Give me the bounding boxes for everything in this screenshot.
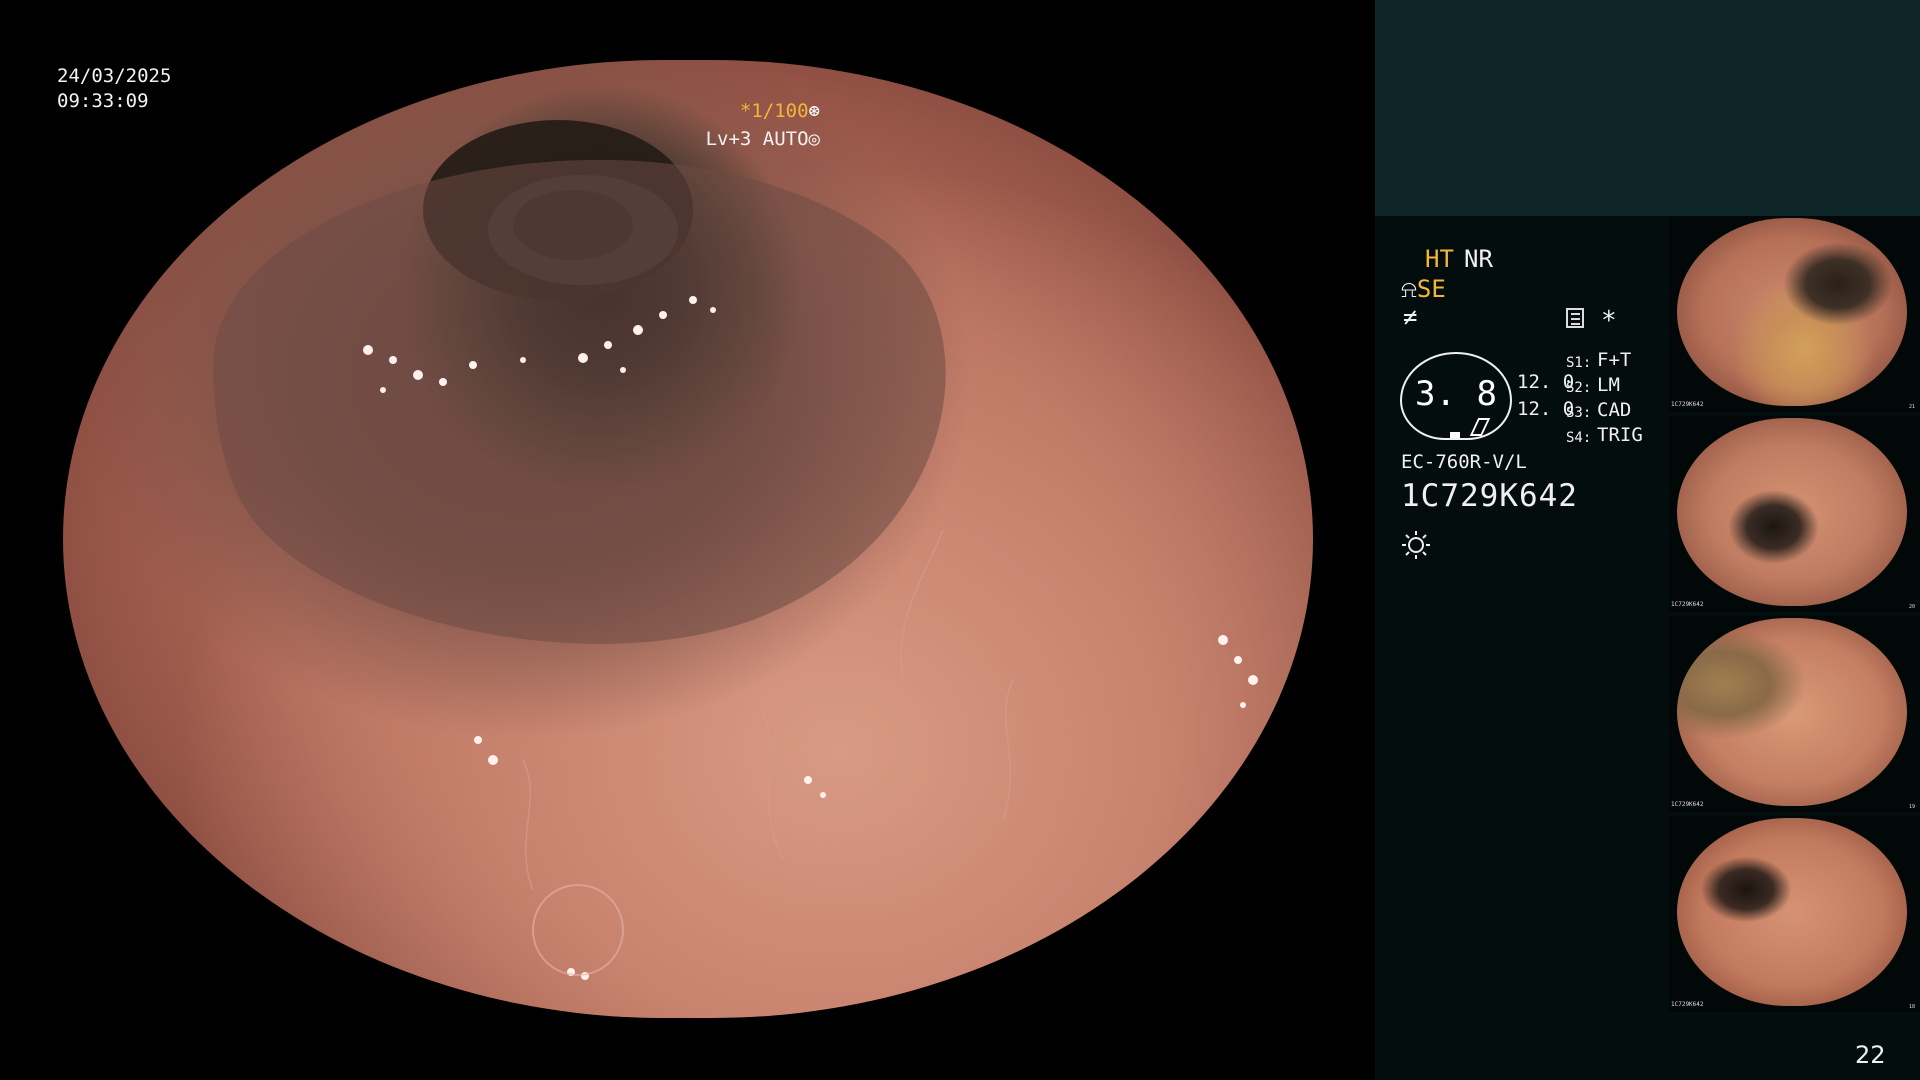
structure-enhance-icon: ⍾ xyxy=(1401,275,1417,303)
thumbnail-index: 20 xyxy=(1909,604,1916,610)
gauge-mark xyxy=(1450,432,1460,438)
iris-icon: ◎ xyxy=(808,128,820,150)
main-endoscopy-view: 24/03/2025 09:33:09 *1/100⊛ Lv+3 AUTO◎ xyxy=(0,0,1375,1080)
ht-indicator: HT xyxy=(1425,245,1454,273)
thumbnail-id: 1C729K642 xyxy=(1671,801,1704,808)
thumbnail-image xyxy=(1677,818,1907,1006)
star-indicator: * xyxy=(1601,306,1617,336)
brightness-level-readout: Lv+3 AUTO◎ xyxy=(706,127,820,152)
switch-value-1: F+T xyxy=(1597,349,1632,371)
scope-model: EC-760R-V/L xyxy=(1401,451,1527,473)
list-icon xyxy=(1566,308,1584,328)
shutter-value: *1/100 xyxy=(739,100,809,122)
side-panel-header xyxy=(1375,0,1920,216)
captured-images-strip[interactable]: 1C729K642 21 1C729K642 20 1C729K642 19 1… xyxy=(1669,216,1920,1016)
se-label: SE xyxy=(1416,275,1446,303)
se-indicator: ⍾SE xyxy=(1401,275,1446,303)
light-source-icon xyxy=(1402,531,1430,559)
captured-thumbnail[interactable]: 1C729K642 19 xyxy=(1669,616,1920,812)
captured-thumbnail[interactable]: 1C729K642 21 xyxy=(1669,216,1920,412)
thumbnail-index: 19 xyxy=(1909,804,1916,810)
switch-value-3: CAD xyxy=(1597,399,1632,421)
thumbnail-id: 1C729K642 xyxy=(1671,1001,1704,1008)
switch-value-2: LM xyxy=(1597,374,1620,396)
switch-key-4: S4: xyxy=(1566,430,1592,446)
thumbnail-id: 1C729K642 xyxy=(1671,601,1704,608)
time-readout: 09:33:09 xyxy=(57,90,149,112)
thumbnail-id: 1C729K642 xyxy=(1671,401,1704,408)
switch-value-4: TRIG xyxy=(1597,424,1643,446)
nr-indicator: NR xyxy=(1464,245,1493,273)
thumbnail-image xyxy=(1677,218,1907,406)
captured-thumbnail[interactable]: 1C729K642 20 xyxy=(1669,416,1920,612)
date-readout: 24/03/2025 xyxy=(57,65,172,87)
page-number: 22 xyxy=(1855,1041,1886,1069)
endoscopic-image xyxy=(63,60,1313,1018)
thumbnail-image xyxy=(1677,418,1907,606)
level-value: Lv+3 AUTO xyxy=(705,128,809,150)
thumbnail-image xyxy=(1677,618,1907,806)
thumbnail-index: 21 xyxy=(1909,404,1916,410)
captured-thumbnail[interactable]: 1C729K642 18 xyxy=(1669,816,1920,1012)
filter-icon: ≠ xyxy=(1403,303,1418,331)
switch-key-1: S1: xyxy=(1566,355,1592,371)
thumbnail-index: 18 xyxy=(1909,1004,1916,1010)
shutter-icon: ⊛ xyxy=(808,100,820,122)
shutter-readout: *1/100⊛ xyxy=(740,99,820,124)
gauge-value: 3. 8 xyxy=(1415,374,1497,414)
switch-key-3: S3: xyxy=(1566,405,1592,421)
scope-serial: 1C729K642 xyxy=(1401,478,1578,514)
switch-key-2: S2: xyxy=(1566,380,1592,396)
